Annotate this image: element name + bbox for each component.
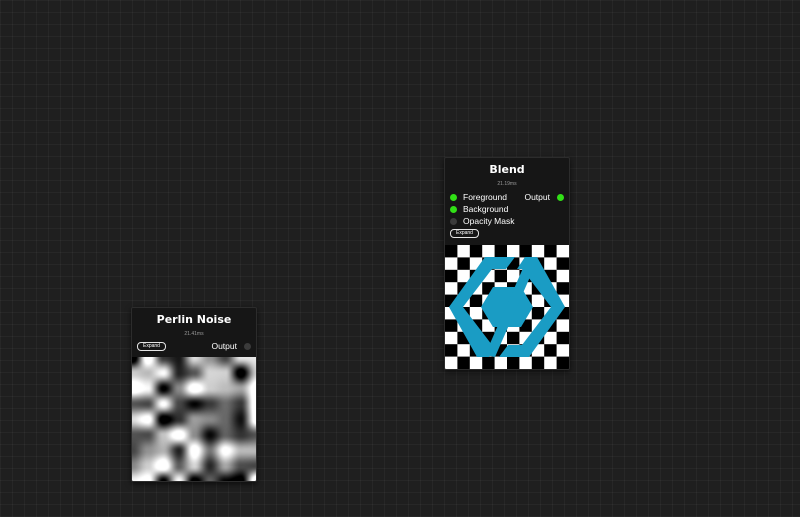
- opacity-mask-input-label: Opacity Mask: [463, 216, 515, 226]
- input-row-background: Background: [445, 203, 569, 215]
- input-row-foreground: Foreground Output: [445, 191, 569, 203]
- output-port-label: Output: [524, 192, 550, 202]
- output-port-label: Output: [211, 341, 237, 351]
- blend-preview: [445, 245, 569, 369]
- opacity-mask-input-port[interactable]: [450, 217, 457, 225]
- node-execution-time: 21.41ms: [184, 331, 204, 337]
- foreground-input-port[interactable]: [450, 193, 457, 201]
- node-execution-time: 21.19ms: [497, 181, 517, 187]
- background-input-port[interactable]: [450, 205, 457, 213]
- expand-button[interactable]: Expand: [137, 342, 166, 351]
- background-input-label: Background: [463, 204, 509, 214]
- output-port[interactable]: [557, 193, 564, 201]
- node-title: Perlin Noise: [156, 313, 232, 326]
- foreground-input-label: Foreground: [463, 192, 507, 202]
- blend-node[interactable]: Blend 21.19ms Foreground Output Backgrou…: [444, 157, 570, 370]
- expand-button[interactable]: Expand: [450, 229, 479, 238]
- input-row-opacity-mask: Opacity Mask: [445, 215, 569, 227]
- output-port[interactable]: [244, 342, 251, 350]
- perlin-noise-node[interactable]: Perlin Noise 21.41ms Expand Output: [131, 307, 257, 482]
- canvas-background[interactable]: { "nodes": { "perlin": { "title": "Perli…: [0, 0, 800, 517]
- perlin-noise-preview: [132, 357, 256, 481]
- node-title: Blend: [489, 163, 525, 176]
